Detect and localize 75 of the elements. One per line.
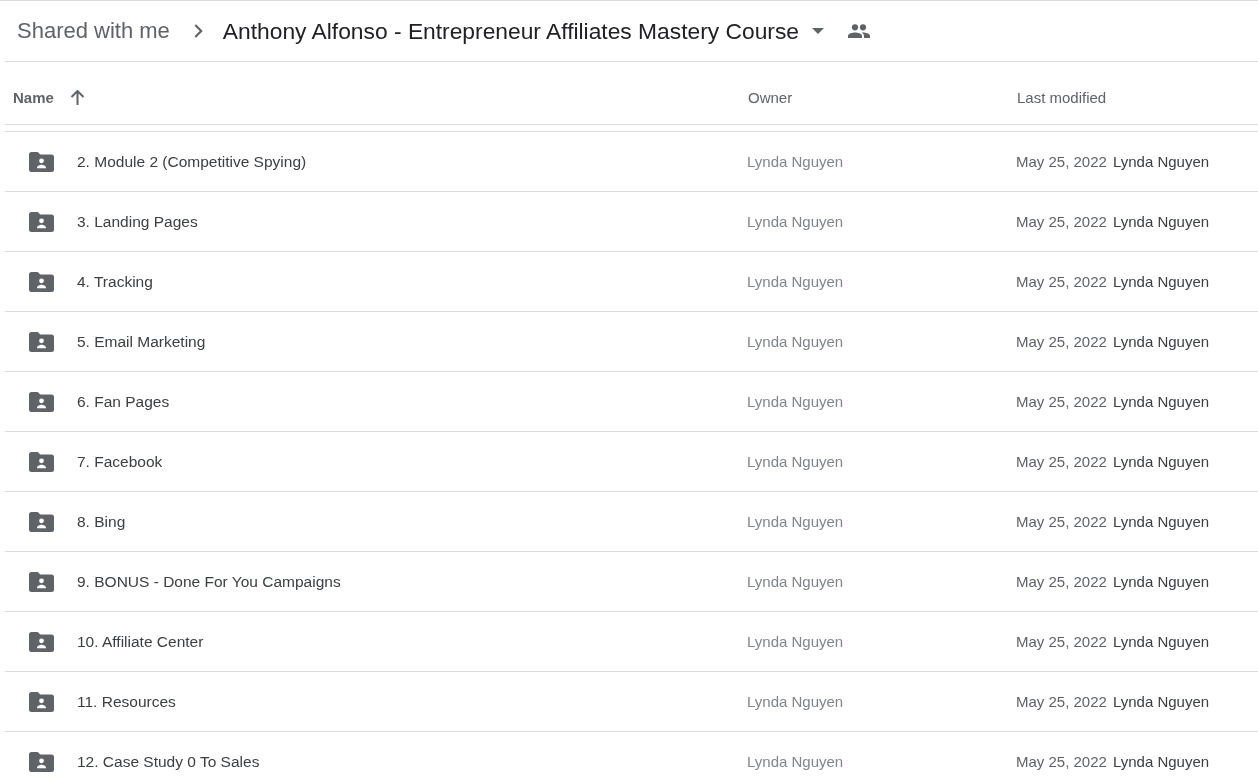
modified-by-name: Lynda Nguyen (1112, 393, 1210, 410)
owner-name: Lynda Nguyen (747, 392, 844, 410)
table-row[interactable]: 5. Email Marketing Lynda Nguyen May 25, 2022 Lynda Nguyen (5, 312, 1258, 372)
sort-arrow-icon[interactable] (69, 89, 85, 105)
owner-name: Lynda Nguyen (747, 692, 844, 710)
modified-date: May 25, 2022 (1016, 513, 1107, 530)
modified-date: May 25, 2022 (1016, 333, 1107, 350)
modified-date: May 25, 2022 (1016, 753, 1107, 770)
modified-by-name: Lynda Nguyen (1112, 753, 1210, 770)
column-header[interactable]: Name (13, 88, 85, 106)
table-row[interactable]: 4. Tracking Lynda Nguyen May 25, 2022 Lynda Nguyen (5, 252, 1258, 312)
file-name: 12. Case Study 0 To Sales (77, 752, 260, 771)
owner-name: Lynda Nguyen (747, 272, 844, 290)
file-name: 6. Fan Pages (77, 392, 170, 411)
shared-folder-icon (29, 151, 54, 172)
table-row[interactable]: 9. BONUS - Done For You Campaigns Lynda Nguyen May 25, 2022 Lynda Nguyen (5, 552, 1258, 612)
modified-by-name: Lynda Nguyen (1112, 273, 1210, 290)
table-row[interactable]: 7. Facebook Lynda Nguyen May 25, 2022 Lynda Nguyen (5, 432, 1258, 492)
owner-name: Lynda Nguyen (747, 212, 844, 230)
file-name: 11. Resources (77, 692, 176, 711)
file-name: 7. Facebook (77, 452, 163, 471)
file-name: 3. Landing Pages (77, 212, 198, 231)
modified-by-name: Lynda Nguyen (1112, 333, 1210, 350)
modified-by-name: Lynda Nguyen (1112, 453, 1210, 470)
file-name: 10. Affiliate Center (77, 632, 204, 651)
modified-by-name: Lynda Nguyen (1112, 573, 1210, 590)
shared-folder-icon (29, 631, 54, 652)
modified-date: May 25, 2022 (1016, 273, 1107, 290)
table-row[interactable]: 3. Landing Pages Lynda Nguyen May 25, 2022 Lynda Nguyen (5, 192, 1258, 252)
modified-by-name: Lynda Nguyen (1112, 693, 1210, 710)
shared-folder-icon (29, 571, 54, 592)
owner-name: Lynda Nguyen (747, 572, 844, 590)
modified-date: May 25, 2022 (1016, 633, 1107, 650)
file-name: 8. Bing (77, 512, 126, 531)
caret-down-icon (812, 28, 824, 34)
shared-folder-icon (29, 511, 54, 532)
shared-folder-icon (29, 331, 54, 352)
file-name: 9. BONUS - Done For You Campaigns (77, 572, 341, 591)
owner-name: Lynda Nguyen (747, 752, 844, 770)
table-row[interactable]: 10. Affiliate Center Lynda Nguyen May 25, 2022 Lynda Nguyen (5, 612, 1258, 672)
table-row[interactable]: 8. Bing Lynda Nguyen May 25, 2022 Lynda Nguyen (5, 492, 1258, 552)
table-row[interactable]: 2. Module 2 (Competitive Spying) Lynda Nguyen May 25, 2022 Lynda Nguyen (5, 132, 1258, 192)
shared-folder-icon (29, 391, 54, 412)
table-row[interactable]: 12. Case Study 0 To Sales Lynda Nguyen May 25, 2022 Lynda Nguyen (5, 732, 1258, 782)
file-name: 4. Tracking (77, 272, 153, 291)
owner-name: Lynda Nguyen (747, 512, 844, 530)
breadcrumb-link[interactable]: Shared with me (17, 18, 170, 44)
shared-folder-icon (29, 451, 54, 472)
table-row[interactable]: 6. Fan Pages Lynda Nguyen May 25, 2022 Lynda Nguyen (5, 372, 1258, 432)
shared-folder-icon (29, 691, 54, 712)
column-header[interactable]: Owner (748, 88, 793, 106)
modified-by-name: Lynda Nguyen (1112, 513, 1210, 530)
modified-date: May 25, 2022 (1016, 453, 1107, 470)
owner-name: Lynda Nguyen (747, 332, 844, 350)
owner-name: Lynda Nguyen (747, 452, 844, 470)
modified-date: May 25, 2022 (1016, 213, 1107, 230)
modified-date: May 25, 2022 (1016, 153, 1107, 170)
chevron-right-icon (193, 24, 203, 38)
table-row[interactable]: 11. Resources Lynda Nguyen May 25, 2022 Lynda Nguyen (5, 672, 1258, 732)
shared-folder-icon (29, 751, 54, 772)
modified-date: May 25, 2022 (1016, 693, 1107, 710)
owner-name: Lynda Nguyen (747, 632, 844, 650)
column-header[interactable]: Last modified (1017, 88, 1107, 106)
modified-by-name: Lynda Nguyen (1112, 153, 1210, 170)
shared-folder-icon (29, 211, 54, 232)
file-name: 2. Module 2 (Competitive Spying) (77, 152, 307, 171)
modified-by-name: Lynda Nguyen (1112, 213, 1210, 230)
owner-name: Lynda Nguyen (747, 152, 844, 170)
modified-date: May 25, 2022 (1016, 573, 1107, 590)
modified-by-name: Lynda Nguyen (1112, 633, 1210, 650)
file-name: 5. Email Marketing (77, 332, 206, 351)
folder-title-button[interactable]: Anthony Alfonso - Entrepreneur Affiliates Mastery Course (222, 17, 824, 45)
people-icon[interactable] (848, 24, 870, 38)
modified-date: May 25, 2022 (1016, 393, 1107, 410)
shared-folder-icon (29, 271, 54, 292)
